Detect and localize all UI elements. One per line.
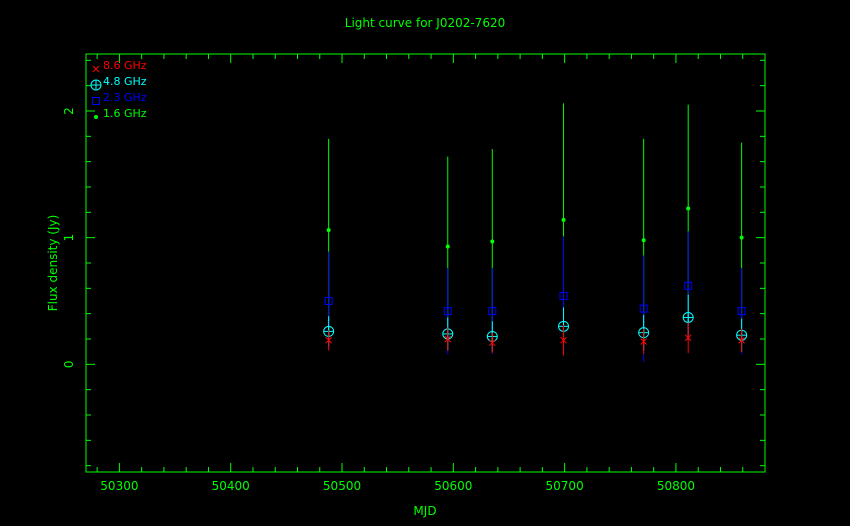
x-axis-label: MJD [413,504,436,518]
data-point [490,239,495,244]
chart-title: Light curve for J0202-7620 [345,16,505,30]
x-tick-label: 50700 [546,479,584,493]
x-tick-label: 50800 [657,479,695,493]
data-point [682,311,694,323]
y-tick-label: 0 [62,361,76,369]
light-curve-chart: Light curve for J0202-7620 50300 50400 505… [0,0,850,526]
legend-label: 4.8 GHz [103,75,147,88]
data-point [326,228,331,233]
x-tick-label: 50600 [434,479,472,493]
legend-label: 2.3 GHz [103,91,147,104]
data-point [641,238,646,243]
y-tick-label: 2 [62,107,76,115]
x-tick-label: 50500 [323,479,361,493]
y-tick-label: 1 [62,234,76,242]
x-tick-label: 50400 [212,479,250,493]
data-point [445,244,450,249]
data-point [686,206,691,211]
data-point [739,235,744,240]
data-point [561,217,566,222]
legend-marker [94,115,98,119]
legend-label: 8.6 GHz [103,59,147,72]
y-axis-label: Flux density (Jy) [46,215,60,312]
legend-marker [90,79,102,91]
legend-label: 1.6 GHz [103,107,147,120]
x-tick-label: 50300 [100,479,138,493]
